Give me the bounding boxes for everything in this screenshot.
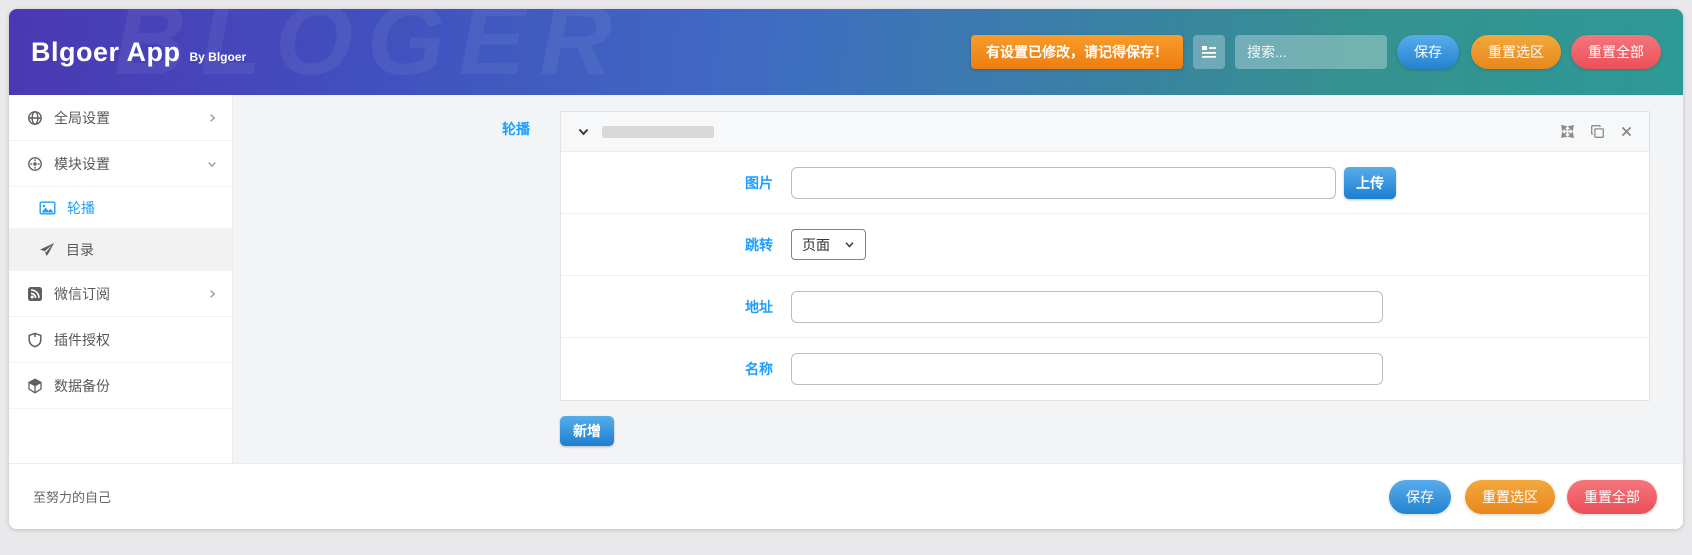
image-icon	[39, 201, 56, 215]
jump-select[interactable]: 页面	[791, 229, 866, 260]
address-label: 地址	[745, 298, 773, 315]
paper-plane-icon	[40, 242, 54, 256]
collapse-button[interactable]	[577, 125, 590, 138]
chevron-down-icon	[845, 242, 854, 248]
panel-header	[561, 112, 1649, 152]
cube-icon	[28, 377, 42, 394]
image-input[interactable]	[791, 166, 1336, 199]
form-row-jump: 跳转 页面	[561, 214, 1649, 276]
section-label-carousel: 轮播	[502, 121, 530, 137]
chevron-down-icon	[208, 161, 216, 167]
close-icon	[1621, 126, 1632, 137]
image-label: 图片	[745, 174, 773, 191]
app-subtitle: By Blgoer	[189, 49, 247, 64]
chevron-right-icon	[210, 289, 216, 298]
save-button[interactable]: 保存	[1397, 35, 1459, 69]
sidebar-item-directory[interactable]: 目录	[9, 229, 232, 271]
sidebar: 全局设置 模块设置 轮播 目录 微信订阅 插件授权 数据备份	[9, 95, 233, 463]
unsaved-changes-banner: 有设置已修改，请记得保存！	[971, 35, 1183, 69]
sidebar-item-carousel[interactable]: 轮播	[9, 187, 232, 229]
form-row-address: 地址	[561, 276, 1649, 338]
upload-button[interactable]: 上传	[1344, 166, 1396, 199]
expand-button[interactable]	[1560, 124, 1575, 139]
rss-icon	[28, 286, 42, 301]
sidebar-item-label: 数据备份	[54, 377, 110, 394]
globe-icon	[28, 110, 42, 125]
footer-save-button[interactable]: 保存	[1389, 479, 1451, 514]
expand-icon	[1560, 124, 1575, 139]
jump-select-value: 页面	[802, 236, 830, 253]
footer-actions: 保存 重置选区 重置全部	[1389, 479, 1657, 514]
sidebar-item-label: 模块设置	[54, 155, 110, 172]
footer-reset-all-button[interactable]: 重置全部	[1567, 479, 1657, 514]
search-input[interactable]	[1235, 35, 1387, 69]
reset-all-button[interactable]: 重置全部	[1571, 35, 1661, 69]
footer-reset-selection-button[interactable]: 重置选区	[1465, 479, 1555, 514]
brand: Blgoer App By Blgoer	[31, 37, 246, 68]
header: BLOGER Blgoer App By Blgoer 有设置已修改，请记得保存…	[9, 9, 1683, 95]
sidebar-item-label: 插件授权	[54, 331, 110, 348]
carousel-item-panel: 图片 上传 跳转 页面 地址 名称	[560, 111, 1650, 401]
main-content: 轮播 图片 上传 跳转 页面 地址 名称 新增	[233, 95, 1683, 463]
sidebar-item-global-settings[interactable]: 全局设置	[9, 95, 232, 141]
close-button[interactable]	[1620, 125, 1633, 138]
list-toggle-button[interactable]	[1193, 35, 1225, 69]
panel-title-field[interactable]	[602, 125, 714, 138]
form-row-name: 名称	[561, 338, 1649, 400]
form-row-image: 图片 上传	[561, 152, 1649, 214]
sidebar-item-plugin-authorization[interactable]: 插件授权	[9, 317, 232, 363]
name-input[interactable]	[791, 353, 1383, 385]
chevron-right-icon	[210, 113, 216, 122]
reset-selection-button[interactable]: 重置选区	[1471, 35, 1561, 69]
shield-icon	[28, 332, 42, 347]
add-button[interactable]: 新增	[560, 416, 614, 446]
carousel-panel-column: 图片 上传 跳转 页面 地址 名称 新增	[560, 111, 1650, 463]
sidebar-item-label: 目录	[66, 241, 94, 258]
footer-text: 至努力的自己	[33, 490, 112, 505]
panel-actions	[1560, 124, 1633, 139]
sidebar-item-module-settings[interactable]: 模块设置	[9, 141, 232, 187]
header-controls: 有设置已修改，请记得保存！ 保存 重置选区 重置全部	[971, 35, 1661, 69]
app-card: BLOGER Blgoer App By Blgoer 有设置已修改，请记得保存…	[9, 9, 1683, 529]
sidebar-item-data-backup[interactable]: 数据备份	[9, 363, 232, 409]
copy-button[interactable]	[1590, 124, 1605, 139]
footer: 至努力的自己 保存 重置选区 重置全部	[9, 463, 1683, 529]
sidebar-item-label: 全局设置	[54, 109, 110, 126]
gear-icon	[28, 156, 42, 171]
sidebar-item-label: 轮播	[67, 199, 95, 216]
copy-icon	[1591, 125, 1604, 138]
chevron-down-icon	[578, 128, 589, 136]
jump-label: 跳转	[745, 236, 773, 253]
name-label: 名称	[745, 361, 773, 377]
sidebar-item-label: 微信订阅	[54, 285, 110, 302]
list-icon	[1202, 46, 1216, 58]
body: 全局设置 模块设置 轮播 目录 微信订阅 插件授权 数据备份 轮播 图片 上传 …	[9, 95, 1683, 463]
address-input[interactable]	[791, 290, 1383, 323]
sidebar-item-wechat-subscription[interactable]: 微信订阅	[9, 271, 232, 317]
app-title: Blgoer App	[31, 36, 181, 67]
